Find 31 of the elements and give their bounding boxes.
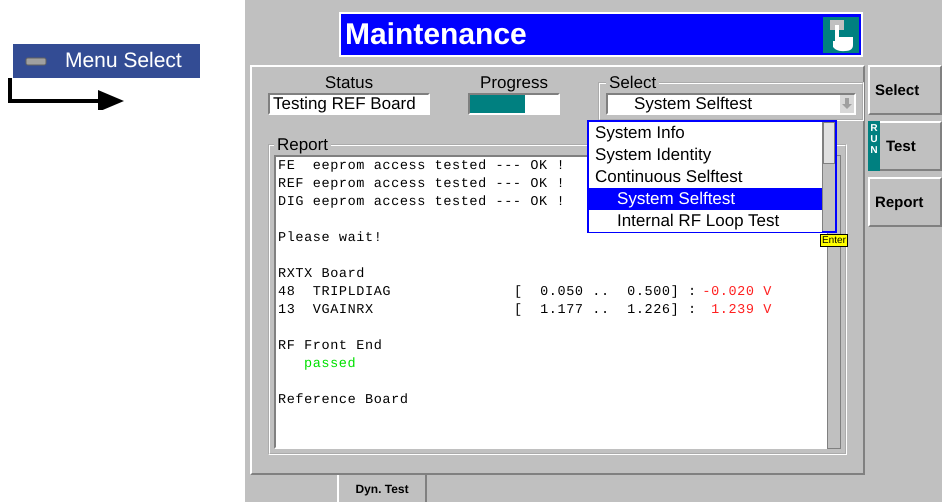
tab[interactable]: Dyn. Test [337,475,427,502]
report-line: FE eeprom access tested --- OK ! [278,158,566,176]
report-line: Please wait! [278,230,382,248]
scrollbar[interactable] [822,122,835,231]
report-line: Reference Board [278,392,409,410]
measurement-value: -0.020 V [701,284,772,302]
report-line: DIG eeprom access tested --- OK ! [278,194,566,212]
measurement-value: 1.239 V [710,302,772,320]
run-badge: RUN [868,121,880,171]
measurement-range: [ 0.050 .. 0.500] : [514,284,698,302]
progress-label: Progress [480,73,548,93]
measurement-label: 13 VGAINRX [278,302,375,320]
select-label: Select [608,73,658,93]
measurement-label: 48 TRIPLDIAG [278,284,392,302]
softkey-button[interactable]: Report [868,177,942,227]
select-dropdown[interactable]: System Selftest [606,93,856,115]
result-text: passed [304,356,356,374]
hand-pointer-icon [823,16,859,52]
status-label: Status [324,73,374,93]
softkey-button[interactable]: Select [868,65,942,115]
key-icon [25,56,47,66]
dropdown-option[interactable]: System Selftest [589,188,822,210]
report-line: RXTX Board [278,266,366,284]
report-line: RF Front End [278,338,382,356]
badge-label: Menu Select [65,49,182,73]
enter-tag: Enter [820,234,848,247]
report-label: Report [276,135,330,155]
window-title: Maintenance [345,18,527,52]
report-line: REF eeprom access tested --- OK ! [278,176,566,194]
status-field: Testing REF Board [268,93,430,115]
measurement-range: [ 1.177 .. 1.226] : [514,302,698,320]
